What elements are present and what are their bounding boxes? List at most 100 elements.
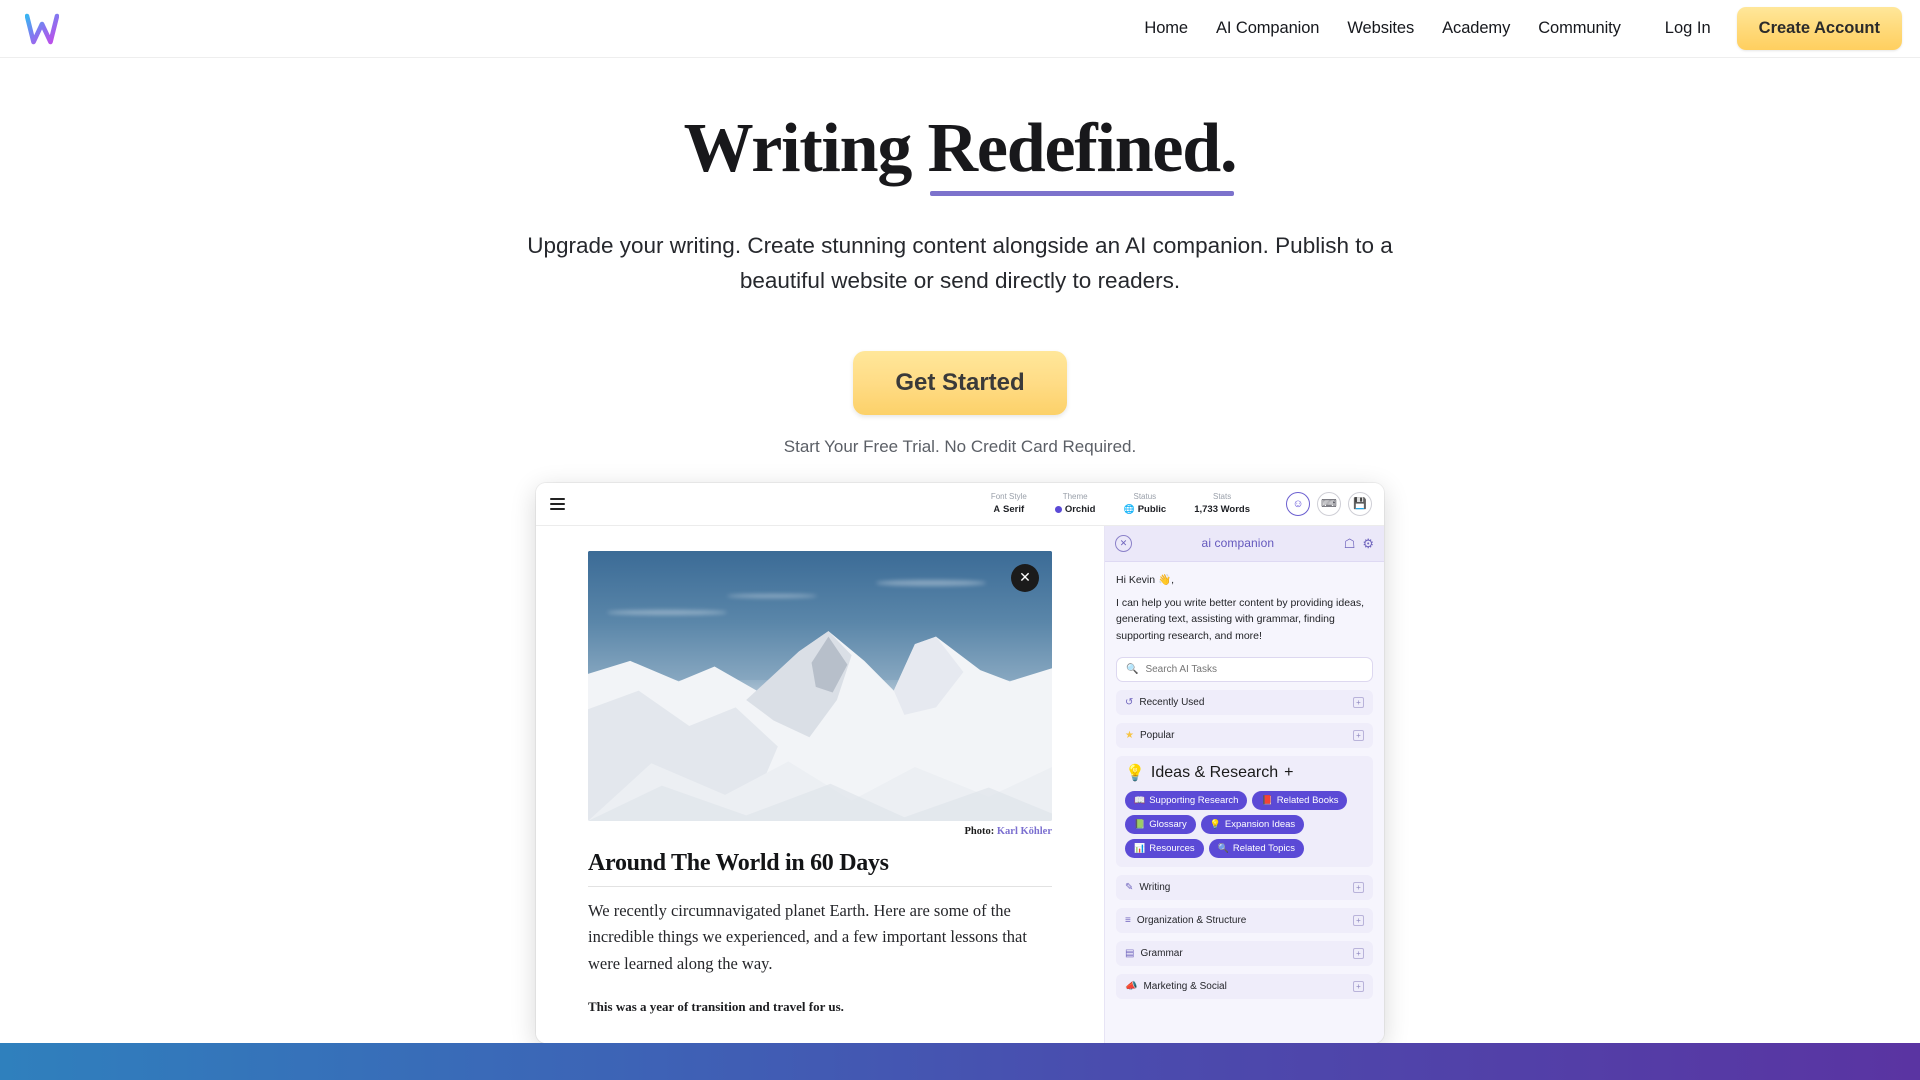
top-navbar: Home AI Companion Websites Academy Commu… bbox=[0, 0, 1920, 58]
chip-label: Related Books bbox=[1276, 795, 1339, 807]
expand-icon[interactable]: + bbox=[1353, 981, 1364, 993]
expand-icon[interactable]: + bbox=[1284, 764, 1293, 782]
photo-credit-name[interactable]: Karl Köhler bbox=[997, 826, 1052, 837]
article-paragraph-2: This was a year of transition and travel… bbox=[588, 998, 844, 1014]
ai-category-label: Marketing & Social bbox=[1143, 981, 1227, 993]
smiley-icon[interactable]: ☺ bbox=[1286, 491, 1310, 516]
nav-link-home[interactable]: Home bbox=[1144, 19, 1188, 38]
ai-category-organization-structure[interactable]: ≡ Organization & Structure + bbox=[1116, 908, 1373, 934]
expand-icon[interactable]: + bbox=[1353, 882, 1364, 894]
close-icon[interactable]: ✕ bbox=[1115, 534, 1132, 552]
mountain-illustration bbox=[588, 630, 1052, 821]
ai-category-writing[interactable]: ✎ Writing + bbox=[1116, 875, 1373, 901]
chip-label: Expansion Ideas bbox=[1224, 819, 1296, 831]
expand-icon[interactable]: + bbox=[1353, 730, 1364, 742]
history-icon: ↺ bbox=[1125, 696, 1134, 708]
expand-icon[interactable]: + bbox=[1353, 948, 1364, 960]
nav-link-community[interactable]: Community bbox=[1538, 19, 1621, 38]
ai-category-label: Recently Used bbox=[1139, 697, 1205, 709]
ai-category-label: Organization & Structure bbox=[1136, 915, 1247, 927]
ai-category-marketing-social[interactable]: 📣 Marketing & Social + bbox=[1116, 974, 1373, 1000]
ai-category-ideas-research[interactable]: 💡 Ideas & Research + 📖 Supporting Researc… bbox=[1116, 756, 1373, 868]
expand-icon[interactable]: + bbox=[1353, 697, 1364, 709]
theme-value: Orchid bbox=[1054, 504, 1095, 516]
font-style-stat[interactable]: Font Style A Serif bbox=[991, 492, 1027, 516]
hero-section: Writing Redefined. Upgrade your writing.… bbox=[0, 58, 1920, 457]
document-pane: ✕ Photo: Karl Köhler Around The World in… bbox=[536, 525, 1104, 1043]
nav-link-academy[interactable]: Academy bbox=[1442, 19, 1510, 38]
page-title-part1: Writing bbox=[683, 110, 928, 187]
app-preview: Font Style A Serif Theme Orchid Status 🌐… bbox=[536, 482, 1384, 1043]
font-style-value: A Serif bbox=[991, 504, 1027, 516]
login-link[interactable]: Log In bbox=[1665, 19, 1711, 38]
chip-resources[interactable]: 📊 Resources bbox=[1125, 839, 1204, 859]
ai-task-chips: 📖 Supporting Research 📕 Related Books 📗 Glo… bbox=[1125, 791, 1364, 859]
hamburger-menu-icon[interactable] bbox=[550, 497, 565, 510]
w-logo[interactable] bbox=[22, 9, 62, 49]
chip-label: Glossary bbox=[1149, 819, 1187, 831]
search-input[interactable] bbox=[1145, 664, 1363, 676]
chart-bars-icon: 📊 bbox=[1134, 843, 1146, 854]
ai-greeting: Hi Kevin 👋, bbox=[1116, 573, 1175, 586]
ai-search-row[interactable]: 🔍 bbox=[1116, 657, 1373, 683]
word-count-value: 1,733 Words bbox=[1194, 503, 1250, 515]
ai-panel-header: ✕ ai companion ☖ ⚙ bbox=[1105, 525, 1384, 562]
font-style-text: Serif bbox=[1003, 503, 1025, 515]
chip-label: Supporting Research bbox=[1149, 795, 1239, 807]
w-logo-icon bbox=[25, 13, 59, 44]
article-hero-image: ✕ bbox=[588, 550, 1052, 821]
ai-companion-panel: ✕ ai companion ☖ ⚙ Hi Kevin 👋, I can hel… bbox=[1104, 525, 1384, 1043]
ai-category-label: Ideas & Research bbox=[1150, 764, 1279, 782]
ai-panel-content[interactable]: Hi Kevin 👋, I can help you write better … bbox=[1105, 562, 1384, 1043]
theme-label: Theme bbox=[1062, 491, 1088, 501]
chip-label: Related Topics bbox=[1232, 843, 1295, 855]
stats-label: Stats bbox=[1212, 491, 1232, 501]
ai-panel-title: ai companion bbox=[1201, 536, 1275, 551]
keyboard-icon[interactable]: ⌨ bbox=[1317, 491, 1341, 516]
expand-icon[interactable]: + bbox=[1353, 915, 1364, 927]
photo-credit-prefix: Photo: bbox=[964, 825, 995, 837]
lightbulb-icon: 💡 bbox=[1209, 819, 1221, 830]
ai-category-recently-used[interactable]: ↺ Recently Used + bbox=[1116, 690, 1373, 716]
get-started-button[interactable]: Get Started bbox=[853, 350, 1067, 415]
list-icon: ≡ bbox=[1125, 914, 1131, 926]
chip-expansion-ideas[interactable]: 💡 Expansion Ideas bbox=[1200, 815, 1305, 835]
article-title: Around The World in 60 Days bbox=[588, 849, 889, 876]
app-body: ✕ Photo: Karl Köhler Around The World in… bbox=[536, 525, 1384, 1043]
ai-intro-text: I can help you write better content by p… bbox=[1116, 596, 1365, 642]
serif-a-icon: A bbox=[993, 504, 1001, 515]
close-image-button[interactable]: ✕ bbox=[1011, 563, 1039, 592]
chip-glossary[interactable]: 📗 Glossary bbox=[1125, 815, 1196, 835]
grammar-icon: ▤ bbox=[1125, 947, 1135, 959]
ai-category-label: Grammar bbox=[1140, 948, 1183, 960]
nav-links: Home AI Companion Websites Academy Commu… bbox=[1144, 19, 1620, 38]
ai-category-popular[interactable]: ★ Popular + bbox=[1116, 723, 1373, 749]
ai-category-label: Popular bbox=[1139, 730, 1175, 742]
article-divider bbox=[588, 885, 1052, 887]
chip-related-topics[interactable]: 🔍 Related Topics bbox=[1208, 839, 1304, 859]
theme-stat[interactable]: Theme Orchid bbox=[1054, 491, 1095, 516]
ai-category-header[interactable]: 💡 Ideas & Research + bbox=[1125, 763, 1364, 783]
word-count-stat[interactable]: Stats 1,733 Words bbox=[1194, 492, 1250, 516]
ai-category-grammar[interactable]: ▤ Grammar + bbox=[1116, 941, 1373, 967]
font-style-label: Font Style bbox=[990, 491, 1027, 501]
free-trial-note: Start Your Free Trial. No Credit Card Re… bbox=[783, 436, 1137, 456]
ai-panel-header-icons: ☖ ⚙ bbox=[1344, 537, 1374, 550]
gear-icon[interactable]: ⚙ bbox=[1362, 537, 1374, 550]
nav-link-websites[interactable]: Websites bbox=[1347, 19, 1414, 38]
search-icon: 🔍 bbox=[1217, 843, 1229, 854]
star-icon: ★ bbox=[1125, 729, 1134, 741]
globe-icon: 🌐 bbox=[1123, 504, 1135, 515]
book-icon: 📕 bbox=[1261, 795, 1273, 806]
chip-supporting-research[interactable]: 📖 Supporting Research bbox=[1125, 791, 1248, 811]
chip-related-books[interactable]: 📕 Related Books bbox=[1252, 791, 1348, 811]
create-account-button[interactable]: Create Account bbox=[1736, 7, 1902, 50]
bookmark-icon[interactable]: ☖ bbox=[1344, 537, 1356, 550]
status-stat[interactable]: Status 🌐 Public bbox=[1123, 492, 1166, 516]
nav-link-ai-companion[interactable]: AI Companion bbox=[1216, 19, 1319, 38]
save-disk-icon[interactable]: 💾 bbox=[1348, 491, 1372, 516]
pencil-icon: ✎ bbox=[1125, 881, 1134, 893]
status-text: Public bbox=[1137, 503, 1167, 515]
article-paragraph-1: We recently circumnavigated planet Earth… bbox=[588, 900, 1027, 974]
photo-credit: Photo: Karl Köhler bbox=[588, 825, 1053, 837]
